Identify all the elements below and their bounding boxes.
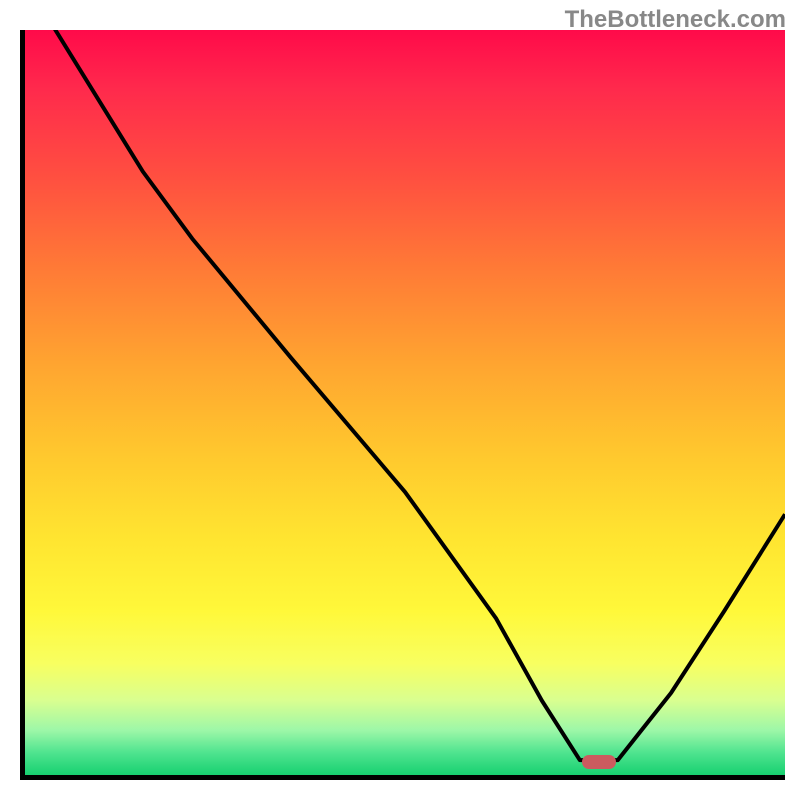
figure: TheBottleneck.com (0, 0, 800, 800)
plot-area (20, 30, 785, 780)
optimal-marker (582, 755, 616, 769)
watermark-text: TheBottleneck.com (565, 6, 786, 34)
bottleneck-curve (25, 30, 785, 775)
